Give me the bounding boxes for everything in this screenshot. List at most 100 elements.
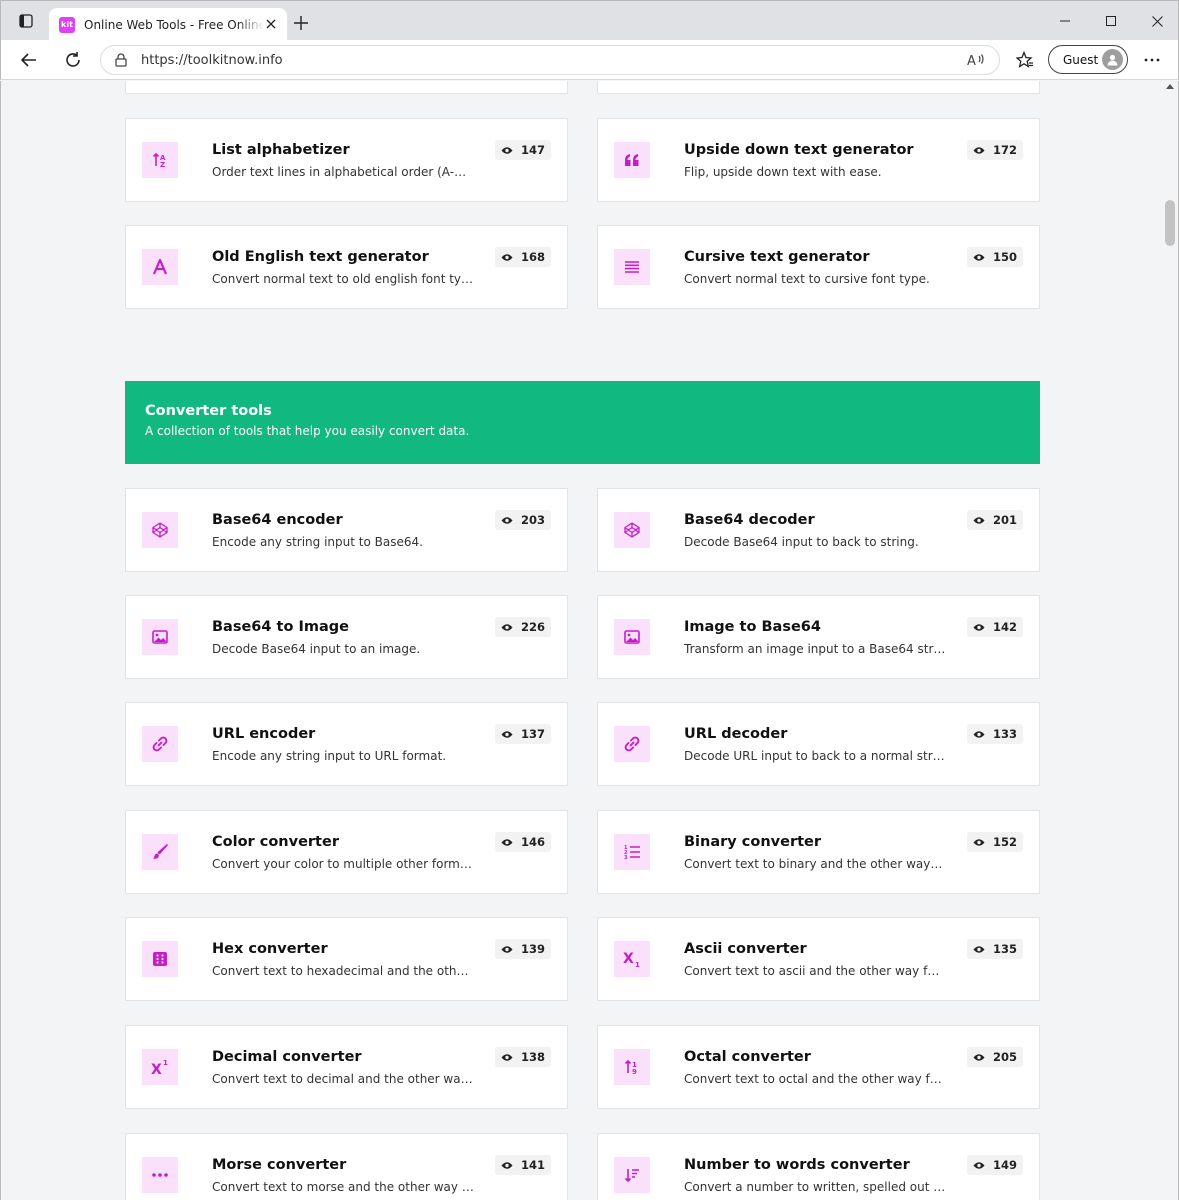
eye-icon (973, 516, 985, 524)
tool-card[interactable]: X1 Decimal converter Convert text to dec… (125, 1025, 568, 1109)
favorites-button[interactable] (1011, 46, 1039, 74)
tool-card[interactable]: URL encoder Encode any string input to U… (125, 702, 568, 786)
svg-text:A: A (967, 54, 976, 68)
profile-button[interactable]: Guest (1048, 45, 1128, 74)
tool-title: Old English text generator (212, 249, 429, 265)
browser-titlebar: kit Online Web Tools - Free Online Tools (0, 0, 1179, 41)
tab-actions-icon (19, 14, 33, 28)
view-count-badge: 149 (966, 1155, 1023, 1175)
favicon-icon: kit (59, 16, 75, 33)
brush-icon (142, 834, 178, 870)
minimize-button[interactable] (1042, 1, 1088, 41)
ellipsis-icon (142, 1157, 178, 1193)
arrow-left-icon (20, 53, 36, 67)
tool-card[interactable]: Base64 encoder Encode any string input t… (125, 488, 568, 572)
view-count-badge: 203 (494, 510, 551, 530)
tool-card[interactable]: Base64 decoder Decode Base64 input to ba… (597, 488, 1040, 572)
view-count-badge: 226 (494, 617, 551, 637)
maximize-button[interactable] (1088, 1, 1134, 41)
scrollbar-thumb[interactable] (1165, 200, 1175, 246)
tool-description: Decode Base64 input to an image. (212, 642, 421, 656)
view-count: 146 (520, 835, 545, 849)
tool-card[interactable]: 123 Binary converter Convert text to bin… (597, 810, 1040, 894)
codepen-icon (614, 512, 650, 548)
tool-card[interactable]: URL decoder Decode URL input to back to … (597, 702, 1040, 786)
close-icon (266, 19, 276, 29)
tool-title: Binary converter (684, 834, 822, 850)
sort-alpha-icon: AZ (142, 142, 178, 178)
eye-icon (973, 730, 985, 738)
eye-icon (501, 253, 513, 261)
letter-a-icon (142, 249, 178, 285)
more-icon (1144, 58, 1160, 62)
read-aloud-icon: A (967, 54, 984, 68)
tool-title: Morse converter (212, 1157, 347, 1173)
view-count: 201 (992, 513, 1017, 527)
view-count: 203 (520, 513, 545, 527)
svg-text:1: 1 (635, 961, 640, 967)
tool-card[interactable]: Base64 to Image Decode Base64 input to a… (125, 595, 568, 679)
view-count: 133 (992, 727, 1017, 741)
eye-icon (501, 838, 513, 846)
tool-card[interactable]: X1 Ascii converter Convert text to ascii… (597, 917, 1040, 1001)
view-count: 137 (520, 727, 545, 741)
view-count-badge: 141 (494, 1155, 551, 1175)
tool-title: Base64 encoder (212, 512, 343, 528)
eye-icon (501, 623, 513, 631)
tool-card[interactable]: Upside down text generator Flip, upside … (597, 118, 1040, 202)
tool-title: Ascii converter (684, 941, 807, 957)
browser-tab[interactable]: kit Online Web Tools - Free Online Tools (49, 8, 287, 41)
minimize-icon (1060, 20, 1070, 22)
section-title: Converter tools (145, 403, 272, 419)
new-tab-button[interactable] (291, 13, 311, 33)
tool-card-partial[interactable] (125, 81, 568, 94)
tool-description: Convert text to binary and the other way… (684, 857, 946, 871)
tool-card[interactable]: Number to words converter Convert a numb… (597, 1133, 1040, 1200)
back-button[interactable] (15, 46, 43, 74)
list-ordered-icon: 123 (614, 834, 650, 870)
read-aloud-button[interactable]: A (963, 46, 991, 74)
settings-menu-button[interactable] (1138, 46, 1166, 74)
tool-description: Convert your color to multiple other for… (212, 857, 474, 871)
tool-description: Decode Base64 input to back to string. (684, 535, 919, 549)
view-count-badge: 172 (966, 140, 1023, 160)
tool-title: URL decoder (684, 726, 788, 742)
profile-label: Guest (1063, 52, 1099, 67)
view-count: 150 (992, 250, 1017, 264)
tool-card[interactable]: Morse converter Convert text to morse an… (125, 1133, 568, 1200)
tool-title: Cursive text generator (684, 249, 870, 265)
close-icon (1151, 15, 1163, 27)
view-count: 172 (992, 143, 1017, 157)
vertical-scrollbar[interactable] (1162, 81, 1178, 1200)
tool-card-partial[interactable] (597, 81, 1040, 94)
tool-card[interactable]: Cursive text generator Convert normal te… (597, 225, 1040, 309)
tool-card[interactable]: 19 Octal converter Convert text to octal… (597, 1025, 1040, 1109)
address-bar[interactable]: https://toolkitnow.info (100, 45, 1000, 75)
tool-card[interactable]: Hex converter Convert text to hexadecima… (125, 917, 568, 1001)
tool-card[interactable]: Color converter Convert your color to mu… (125, 810, 568, 894)
close-window-button[interactable] (1134, 1, 1179, 41)
view-count: 205 (992, 1050, 1017, 1064)
tab-actions-button[interactable] (3, 1, 49, 41)
view-count-badge: 201 (966, 510, 1023, 530)
tool-card[interactable]: Old English text generator Convert norma… (125, 225, 568, 309)
view-count-badge: 152 (966, 832, 1023, 852)
tool-description: Encode any string input to URL format. (212, 749, 447, 763)
tab-title: Online Web Tools - Free Online Tools (84, 17, 264, 32)
lock-icon (115, 53, 127, 67)
view-count-badge: 147 (494, 140, 551, 160)
view-count-badge: 139 (494, 939, 551, 959)
tool-card[interactable]: AZ List alphabetizer Order text lines in… (125, 118, 568, 202)
tab-close-button[interactable] (263, 16, 279, 32)
link-icon (142, 726, 178, 762)
view-count-badge: 142 (966, 617, 1023, 637)
tool-description: Convert text to decimal and the other wa… (212, 1072, 474, 1086)
image-icon (614, 619, 650, 655)
tool-description: Transform an image input to a Base64 str… (684, 642, 946, 656)
eye-icon (973, 945, 985, 953)
scroll-up-arrow-icon[interactable] (1166, 84, 1174, 89)
tool-card[interactable]: Image to Base64 Transform an image input… (597, 595, 1040, 679)
eye-icon (973, 623, 985, 631)
tool-description: Flip, upside down text with ease. (684, 165, 882, 179)
refresh-button[interactable] (59, 46, 87, 74)
